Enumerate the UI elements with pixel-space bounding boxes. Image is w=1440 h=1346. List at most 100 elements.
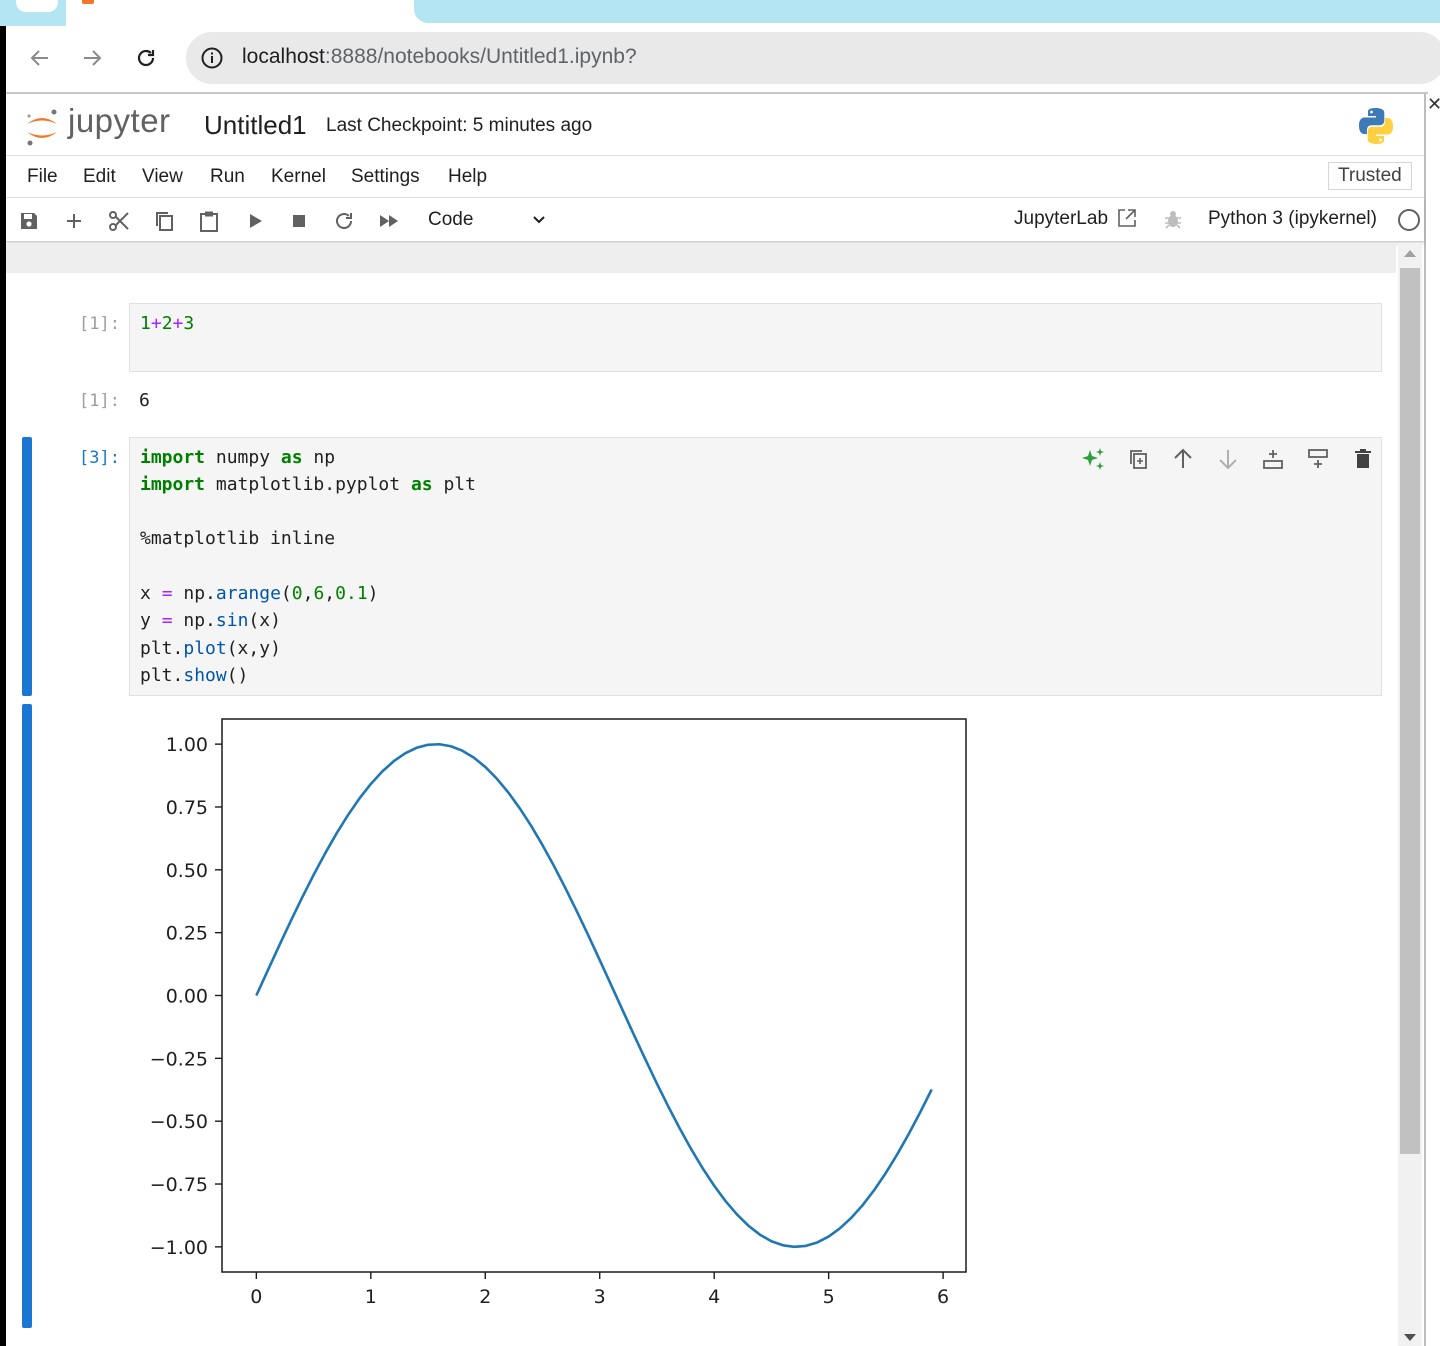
y-tick-label: 0.00 <box>166 986 208 1008</box>
browser-navbar: localhost:8888/notebooks/Untitled1.ipynb… <box>0 26 1440 92</box>
notebook-toolbar: Code JupyterLab Python 3 (ipykernel) <box>6 198 1424 242</box>
jupyter-logo-icon[interactable] <box>24 104 60 148</box>
menu-help[interactable]: Help <box>448 166 487 188</box>
debugger-bug-icon[interactable] <box>1162 208 1184 230</box>
insert-above-icon <box>1263 450 1283 469</box>
code-cell-editor[interactable]: 1+2+3 <box>129 303 1382 372</box>
run-button[interactable] <box>242 208 268 234</box>
close-icon[interactable]: ✕ <box>1427 94 1440 116</box>
scrollbar-thumb[interactable] <box>1400 268 1420 1154</box>
code-line: %matplotlib inline <box>140 528 336 549</box>
stop-icon <box>293 215 305 227</box>
url-text[interactable]: localhost:8888/notebooks/Untitled1.ipynb… <box>242 45 637 69</box>
x-tick-label: 1 <box>365 1286 377 1308</box>
cell-type-select[interactable]: Code <box>426 208 556 234</box>
restart-run-all-button[interactable] <box>376 208 402 234</box>
arrow-up-icon <box>1174 448 1192 468</box>
trusted-indicator[interactable]: Trusted <box>1328 162 1412 190</box>
move-cell-up-button[interactable] <box>1169 445 1197 473</box>
menu-bar: File Edit View Run Kernel Settings Help … <box>6 156 1424 198</box>
x-tick-label: 4 <box>708 1286 720 1308</box>
insert-cell-below-button[interactable] <box>1304 445 1332 473</box>
fast-forward-icon <box>380 215 398 227</box>
restart-kernel-button[interactable] <box>331 208 357 234</box>
cell-input-prompt: [1]: <box>79 314 120 334</box>
menu-file[interactable]: File <box>27 166 58 188</box>
clipboard-icon <box>200 211 218 232</box>
code-cell-editor[interactable]: import numpy as np import matplotlib.pyp… <box>129 437 1382 696</box>
active-cell-output-collapser[interactable] <box>22 704 32 1328</box>
x-axis-ticks: 0 1 2 3 4 5 6 <box>250 1272 949 1308</box>
x-tick-label: 3 <box>594 1286 606 1308</box>
cell-type-value: Code <box>428 209 474 230</box>
menu-run[interactable]: Run <box>210 166 245 188</box>
cell-output-text: 6 <box>139 390 150 411</box>
insert-cell-button[interactable] <box>61 208 87 234</box>
external-link-icon[interactable] <box>1116 207 1138 229</box>
play-icon <box>250 214 262 228</box>
jupyter-logo-text[interactable]: jupyter <box>68 102 171 140</box>
browser-tab-strip <box>0 0 1440 26</box>
x-tick-label: 6 <box>937 1286 949 1308</box>
kernel-name[interactable]: Python 3 (ipykernel) <box>1208 208 1377 230</box>
info-icon[interactable] <box>200 46 224 70</box>
y-tick-label: −0.50 <box>150 1111 208 1133</box>
scroll-up-arrow-icon[interactable] <box>1404 250 1416 257</box>
reload-button[interactable] <box>128 40 164 76</box>
url-path: :8888/notebooks/Untitled1.ipynb? <box>324 45 637 68</box>
duplicate-cell-button[interactable] <box>1124 445 1152 473</box>
address-bar[interactable]: localhost:8888/notebooks/Untitled1.ipynb… <box>186 32 1440 84</box>
y-tick-label: 0.25 <box>166 923 208 945</box>
notebook-title[interactable]: Untitled1 <box>204 110 307 141</box>
tab-shape <box>16 0 58 12</box>
code-line: y = np.sin(x) <box>140 610 281 631</box>
y-tick-label: 1.00 <box>166 734 208 756</box>
copy-button[interactable] <box>151 208 177 234</box>
duplicate-icon <box>1130 450 1147 469</box>
copy-icon <box>156 212 173 231</box>
notebook-top-gutter <box>6 243 1396 273</box>
code-line: 1+2+3 <box>140 313 195 334</box>
scroll-down-arrow-icon[interactable] <box>1404 1334 1416 1341</box>
python-logo-icon <box>1359 108 1393 144</box>
menu-kernel[interactable]: Kernel <box>271 166 326 188</box>
matplotlib-output-chart: 1.00 0.75 0.50 0.25 0.00 −0.25 −0.50 −0.75 −1.00… <box>150 718 967 1308</box>
sparkles-icon <box>1082 448 1104 470</box>
last-checkpoint: Last Checkpoint: 5 minutes ago <box>326 115 593 136</box>
code-line: plt.plot(x,y) <box>140 638 281 659</box>
code-line: import matplotlib.pyplot as plt <box>140 474 476 495</box>
code-line: import numpy as np <box>140 447 336 468</box>
forward-button[interactable] <box>74 40 110 76</box>
delete-cell-button[interactable] <box>1349 445 1377 473</box>
ai-assist-button[interactable] <box>1079 445 1107 473</box>
back-button[interactable] <box>22 40 58 76</box>
reload-icon <box>137 49 155 67</box>
y-tick-label: 0.50 <box>166 860 208 882</box>
plot-area <box>221 718 967 1273</box>
browser-tab-inactive[interactable] <box>0 0 66 26</box>
browser-tab-active[interactable] <box>66 0 414 26</box>
restart-icon <box>336 213 352 229</box>
paste-button[interactable] <box>196 208 222 234</box>
y-tick-label: −1.00 <box>150 1237 208 1259</box>
interrupt-button[interactable] <box>286 208 312 234</box>
y-tick-label: −0.25 <box>150 1048 208 1070</box>
menu-view[interactable]: View <box>142 166 183 188</box>
browser-tab-strip-background <box>414 0 1440 23</box>
move-cell-down-button[interactable] <box>1214 445 1242 473</box>
arrow-down-icon <box>1219 450 1237 470</box>
open-jupyterlab-link[interactable]: JupyterLab <box>1014 208 1108 230</box>
cut-button[interactable] <box>106 208 132 234</box>
kernel-status-idle-icon <box>1398 209 1420 231</box>
y-axis-ticks: 1.00 0.75 0.50 0.25 0.00 −0.25 −0.50 −0.75 −1.00 <box>150 734 222 1259</box>
chevron-down-icon <box>533 216 545 224</box>
url-host: localhost <box>242 45 325 68</box>
insert-cell-above-button[interactable] <box>1259 445 1287 473</box>
jupyter-favicon-icon <box>82 0 94 4</box>
menu-settings[interactable]: Settings <box>351 166 420 188</box>
x-tick-label: 2 <box>479 1286 491 1308</box>
trash-icon <box>1355 449 1371 468</box>
active-cell-input-collapser[interactable] <box>22 437 32 696</box>
menu-edit[interactable]: Edit <box>83 166 116 188</box>
save-button[interactable] <box>16 208 42 234</box>
